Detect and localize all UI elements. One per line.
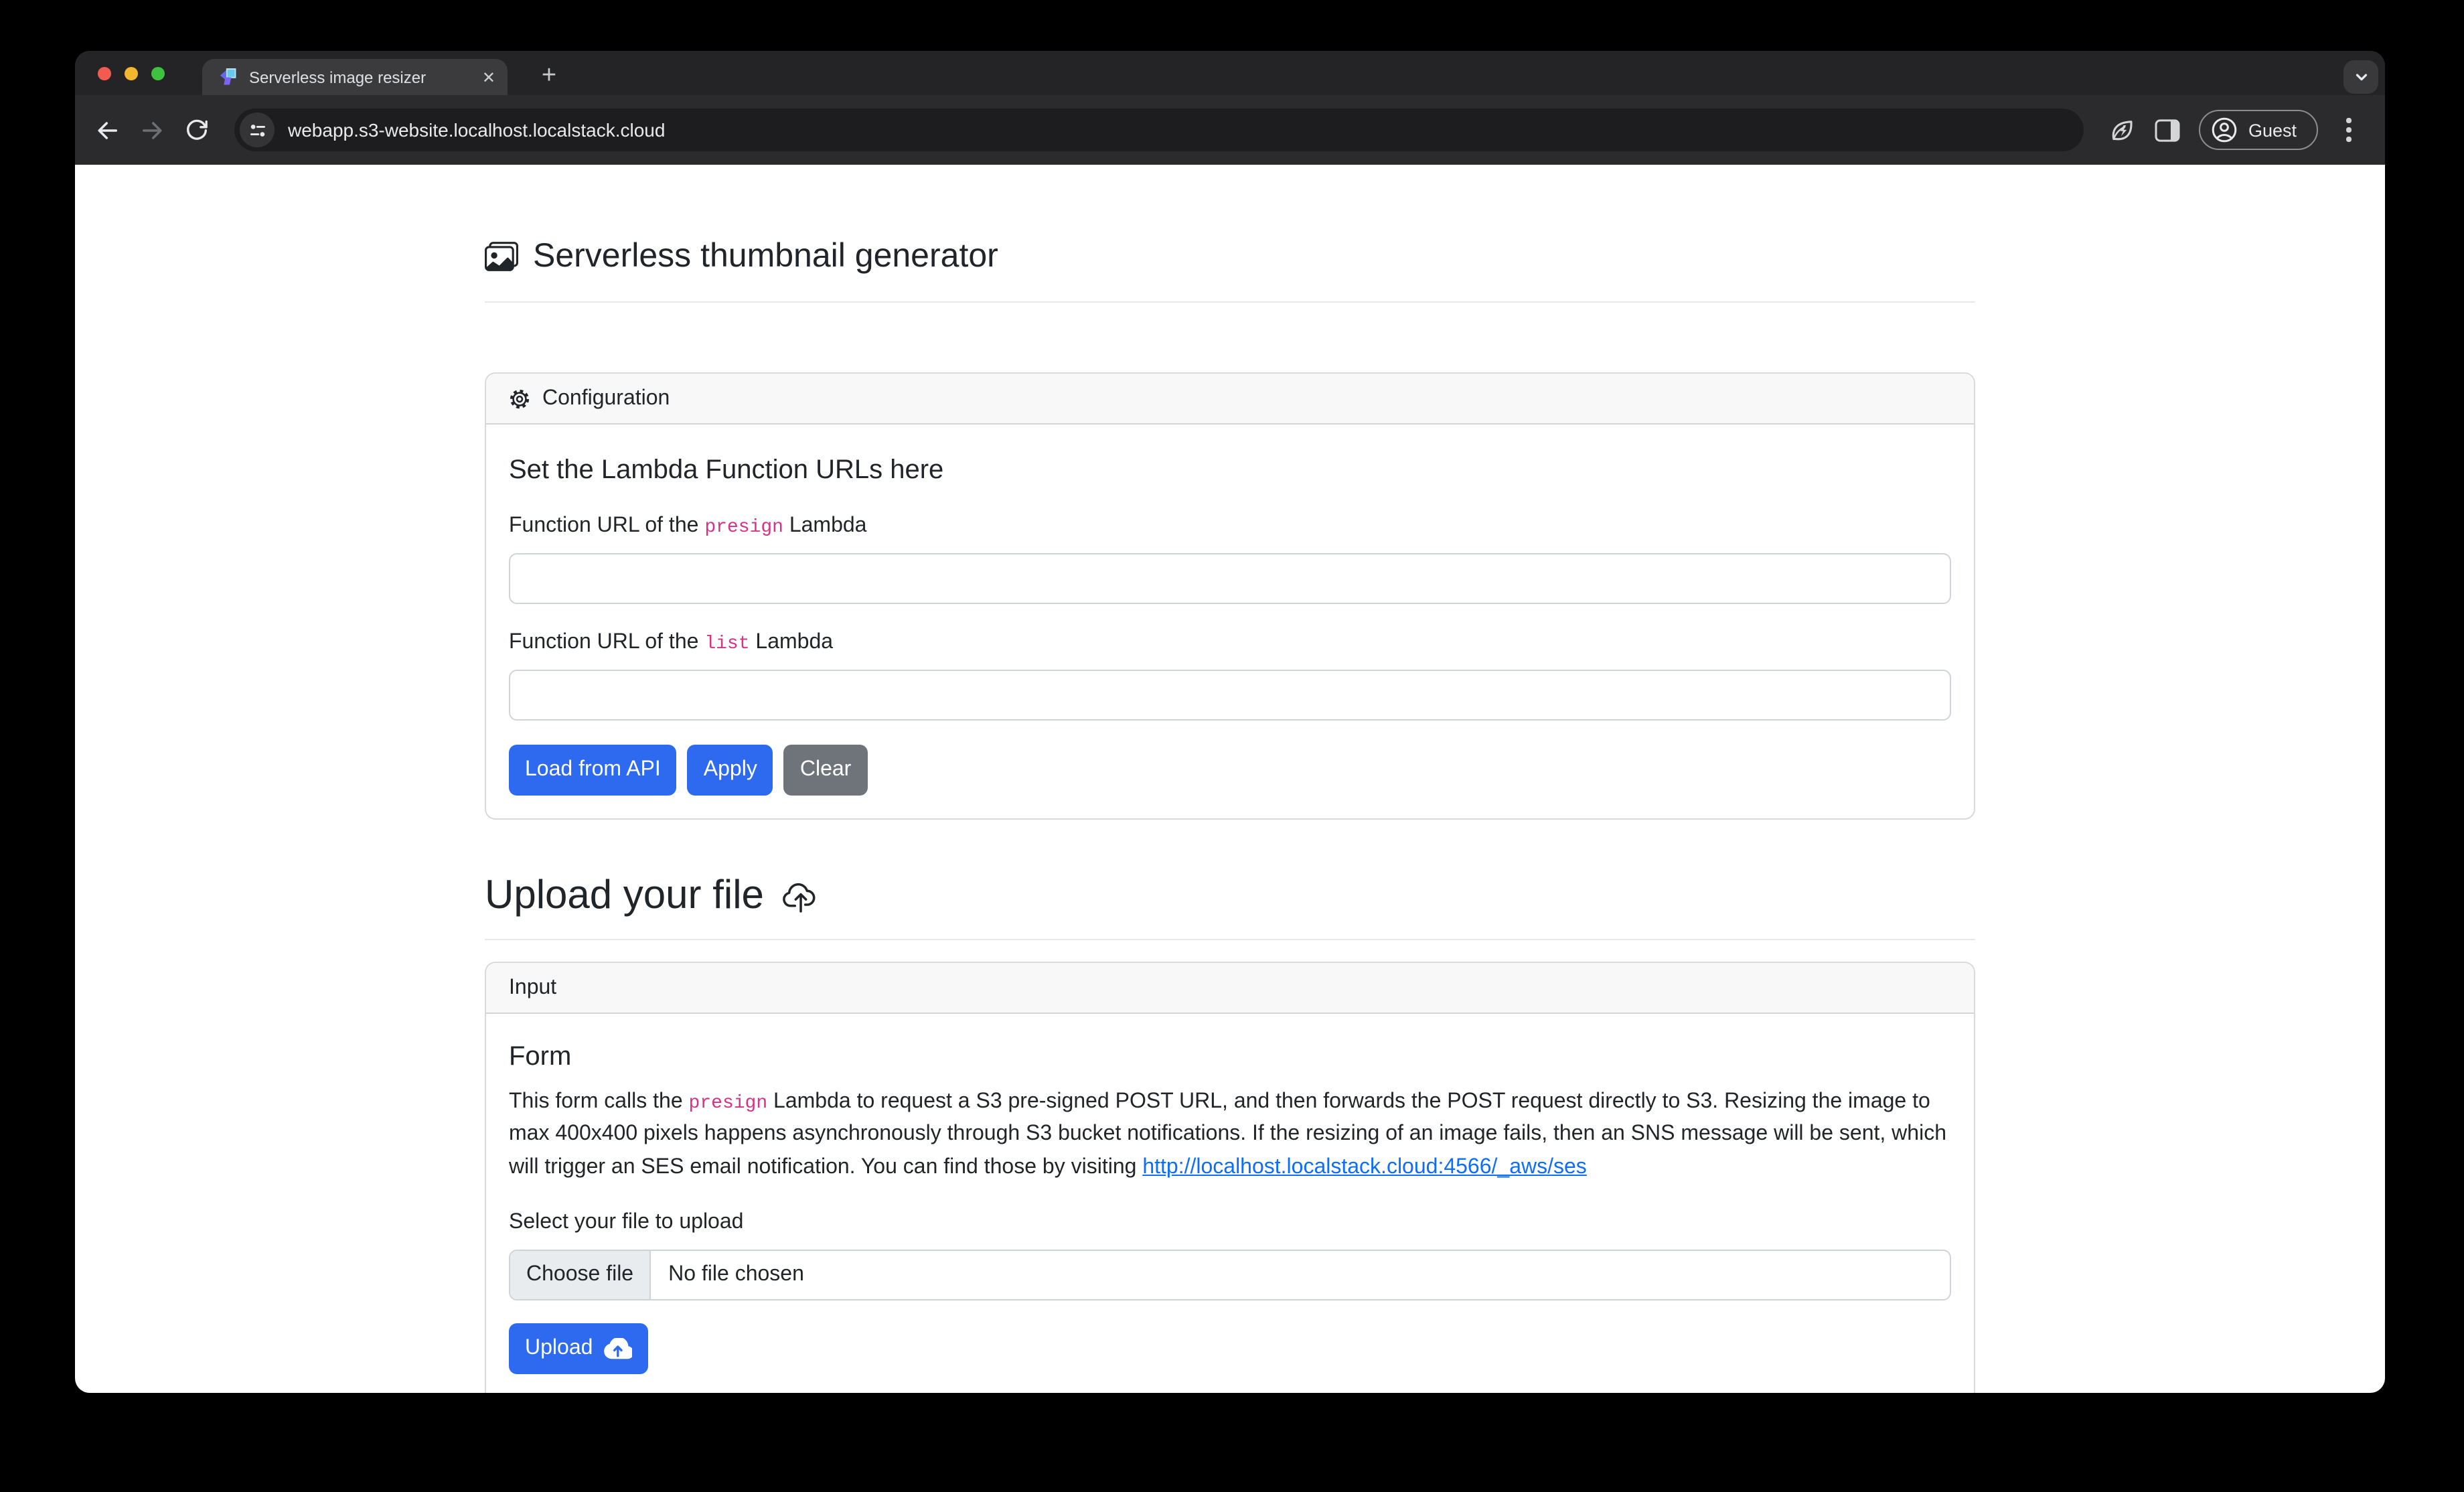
window-controls [98, 67, 165, 80]
upload-button-label: Upload [525, 1333, 593, 1365]
apply-button[interactable]: Apply [688, 745, 773, 796]
file-chosen-status: No file chosen [651, 1252, 822, 1300]
configuration-card-title: Configuration [542, 386, 670, 411]
list-url-input[interactable] [509, 670, 1951, 721]
address-bar[interactable]: webapp.s3-website.localhost.localstack.c… [234, 108, 2084, 151]
presign-code: presign [704, 517, 783, 538]
configuration-card-body: Set the Lambda Function URLs here Functi… [486, 425, 1974, 818]
cloud-upload-fill-icon [603, 1339, 631, 1360]
input-card-title: Input [509, 976, 556, 1000]
clear-button[interactable]: Clear [784, 745, 867, 796]
site-settings-button[interactable] [240, 113, 275, 147]
menu-button[interactable] [2326, 107, 2372, 153]
page-title-text: Serverless thumbnail generator [533, 237, 998, 276]
list-code: list [704, 633, 749, 655]
input-card-body: Form This form calls the presign Lambda … [486, 1014, 1974, 1393]
side-panel-button[interactable] [2145, 107, 2191, 153]
tab-strip: Serverless image resizer ✕ + [75, 51, 2385, 95]
upload-heading-text: Upload your file [485, 873, 764, 919]
configuration-card: Configuration Set the Lambda Function UR… [485, 372, 1975, 820]
choose-file-button[interactable]: Choose file [510, 1252, 651, 1300]
back-icon [94, 116, 122, 144]
forward-button[interactable] [130, 108, 174, 152]
ses-link[interactable]: http://localhost.localstack.cloud:4566/_… [1142, 1156, 1587, 1179]
reload-button[interactable] [174, 108, 218, 152]
minimize-window-button[interactable] [125, 67, 138, 80]
new-tab-button[interactable]: + [530, 58, 568, 95]
profile-label: Guest [2248, 120, 2297, 140]
divider [485, 301, 1975, 303]
person-circle-icon [2211, 117, 2238, 143]
file-select-label: Select your file to upload [509, 1207, 1951, 1240]
load-from-api-button[interactable]: Load from API [509, 745, 677, 796]
presign-code: presign [689, 1093, 768, 1114]
zoom-window-button[interactable] [151, 67, 165, 80]
side-panel-icon [2155, 119, 2181, 141]
webpage: Serverless thumbnail generator Configura… [75, 165, 2385, 1393]
url-text: webapp.s3-website.localhost.localstack.c… [288, 119, 665, 141]
cloud-upload-icon [781, 878, 822, 914]
forward-icon [138, 116, 166, 144]
tab-title: Serverless image resizer [249, 68, 471, 86]
screenshot-root: Serverless image resizer ✕ + [0, 0, 2464, 1492]
close-window-button[interactable] [98, 67, 111, 80]
configuration-card-header: Configuration [486, 374, 1974, 425]
upload-section-heading: Upload your file [485, 873, 1975, 919]
upload-button[interactable]: Upload [509, 1324, 647, 1375]
tab-serverless-image-resizer[interactable]: Serverless image resizer ✕ [202, 59, 508, 95]
back-button[interactable] [86, 108, 130, 152]
file-input[interactable]: Choose file No file chosen [509, 1250, 1951, 1301]
chevron-down-icon [2352, 68, 2370, 86]
tab-close-icon[interactable]: ✕ [482, 69, 495, 85]
input-card-header: Input [486, 963, 1974, 1014]
images-icon [485, 240, 518, 273]
presign-url-label: Function URL of the presign Lambda [509, 510, 1951, 542]
form-description: This form calls the presign Lambda to re… [509, 1086, 1951, 1185]
tab-search-button[interactable] [2343, 60, 2378, 94]
input-card: Input Form This form calls the presign L… [485, 962, 1975, 1393]
content-container: Serverless thumbnail generator Configura… [485, 165, 1975, 1393]
favicon-icon [218, 67, 238, 87]
browser-window: Serverless image resizer ✕ + [75, 51, 2385, 1393]
divider [485, 939, 1975, 940]
page-title: Serverless thumbnail generator [485, 237, 1975, 276]
performance-button[interactable] [2100, 107, 2145, 153]
config-buttons: Load from API Apply Clear [509, 743, 1951, 796]
tune-icon [248, 121, 266, 139]
list-url-label: Function URL of the list Lambda [509, 627, 1951, 659]
reload-icon [183, 117, 210, 143]
profile-button[interactable]: Guest [2199, 110, 2318, 150]
kebab-menu-icon [2347, 119, 2352, 142]
browser-toolbar: webapp.s3-website.localhost.localstack.c… [75, 95, 2385, 165]
leaf-bolt-icon [2108, 116, 2137, 144]
gear-icon [509, 388, 530, 409]
form-heading: Form [509, 1042, 1951, 1073]
presign-url-input[interactable] [509, 553, 1951, 604]
config-heading: Set the Lambda Function URLs here [509, 454, 1951, 486]
